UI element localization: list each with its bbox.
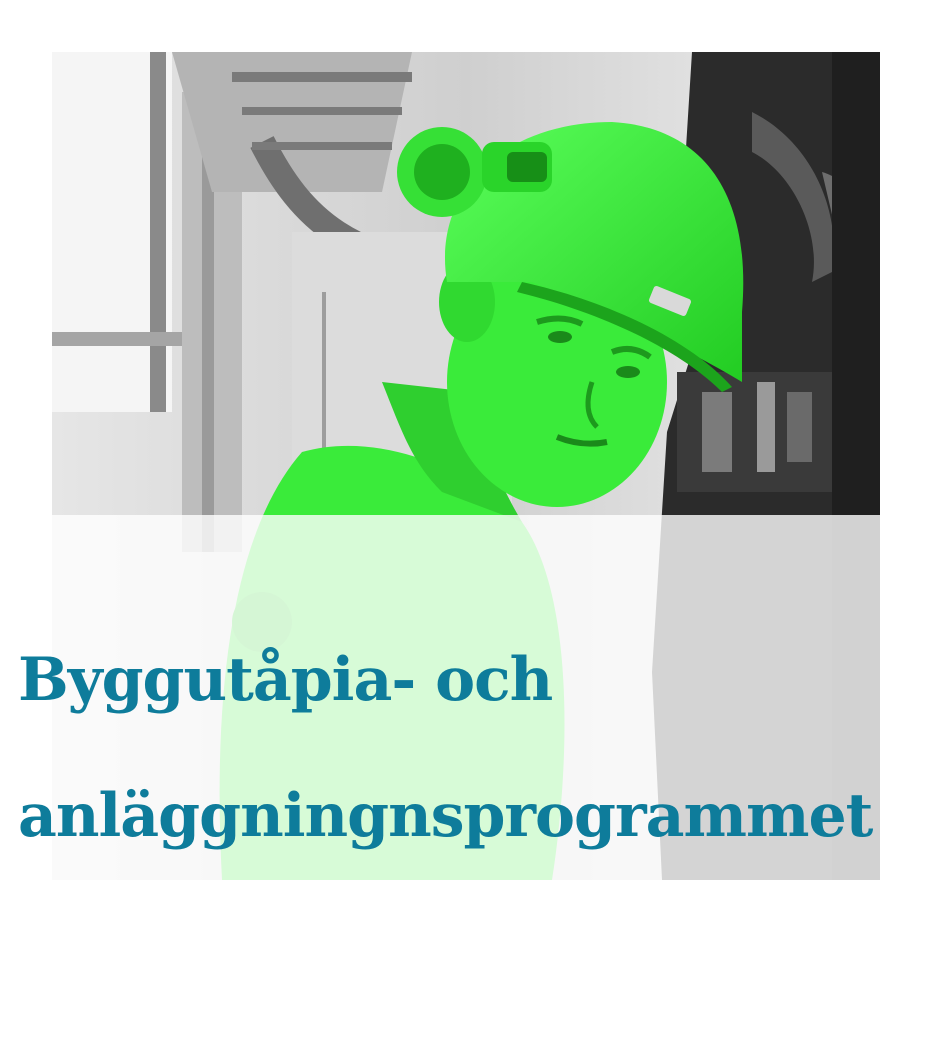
page: Byggutåpia- och anläggningnsprogrammet xyxy=(0,0,936,1044)
title-line-1: Byggutåpia- och xyxy=(18,645,553,715)
title-line-2: anläggningnsprogrammet xyxy=(18,781,873,851)
page-title: Byggutåpia- och anläggningnsprogrammet xyxy=(18,612,928,884)
